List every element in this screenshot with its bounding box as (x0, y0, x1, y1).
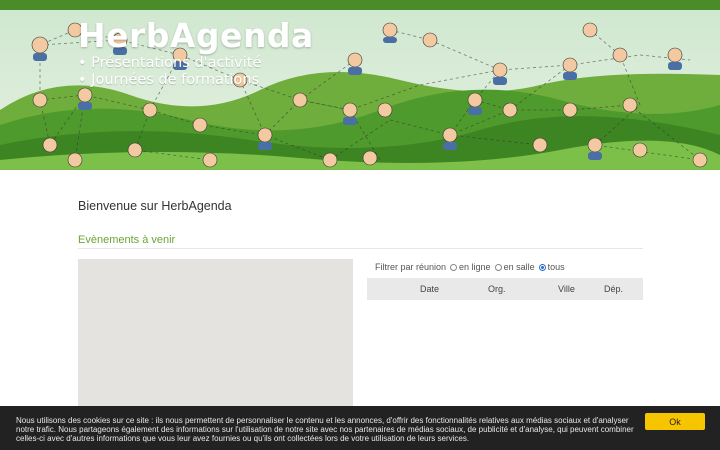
cookie-ok-button[interactable]: Ok (645, 413, 705, 430)
radio-online[interactable] (450, 263, 458, 271)
header-banner: HerbAgenda Présentations d'activité Jour… (0, 0, 720, 170)
section-title: Evènements à venir (78, 234, 176, 246)
banner-bullet: Journées de formations (78, 72, 261, 89)
top-bar (0, 0, 720, 10)
banner-bullets: Présentations d'activité Journées de for… (78, 55, 261, 89)
cookie-notice-text: Nous utilisons des cookies sur ce site :… (16, 416, 634, 443)
welcome-heading: Bienvenue sur HerbAgenda (78, 199, 232, 213)
meeting-filter: Filtrer par réunion en ligne en salle to… (375, 262, 565, 272)
section-divider (78, 248, 643, 249)
events-map[interactable] (78, 259, 353, 419)
column-header-dept[interactable]: Dép. (604, 284, 623, 294)
banner-bullet: Présentations d'activité (78, 55, 261, 72)
filter-option-online[interactable]: en ligne (450, 262, 491, 272)
filter-option-label: en salle (503, 262, 535, 272)
cookie-banner: Nous utilisons des cookies sur ce site :… (0, 406, 720, 450)
column-header-org[interactable]: Org. (488, 284, 506, 294)
column-header-city[interactable]: Ville (558, 284, 575, 294)
events-table-header: Date Org. Ville Dép. (367, 278, 643, 300)
radio-all[interactable] (538, 263, 546, 271)
column-header-date[interactable]: Date (420, 284, 439, 294)
filter-option-label: en ligne (459, 262, 491, 272)
radio-in-person[interactable] (494, 263, 502, 271)
filter-option-all[interactable]: tous (538, 262, 565, 272)
filter-option-in-person[interactable]: en salle (494, 262, 535, 272)
filter-option-label: tous (547, 262, 565, 272)
filter-label: Filtrer par réunion (375, 262, 447, 272)
site-title[interactable]: HerbAgenda (78, 16, 314, 55)
